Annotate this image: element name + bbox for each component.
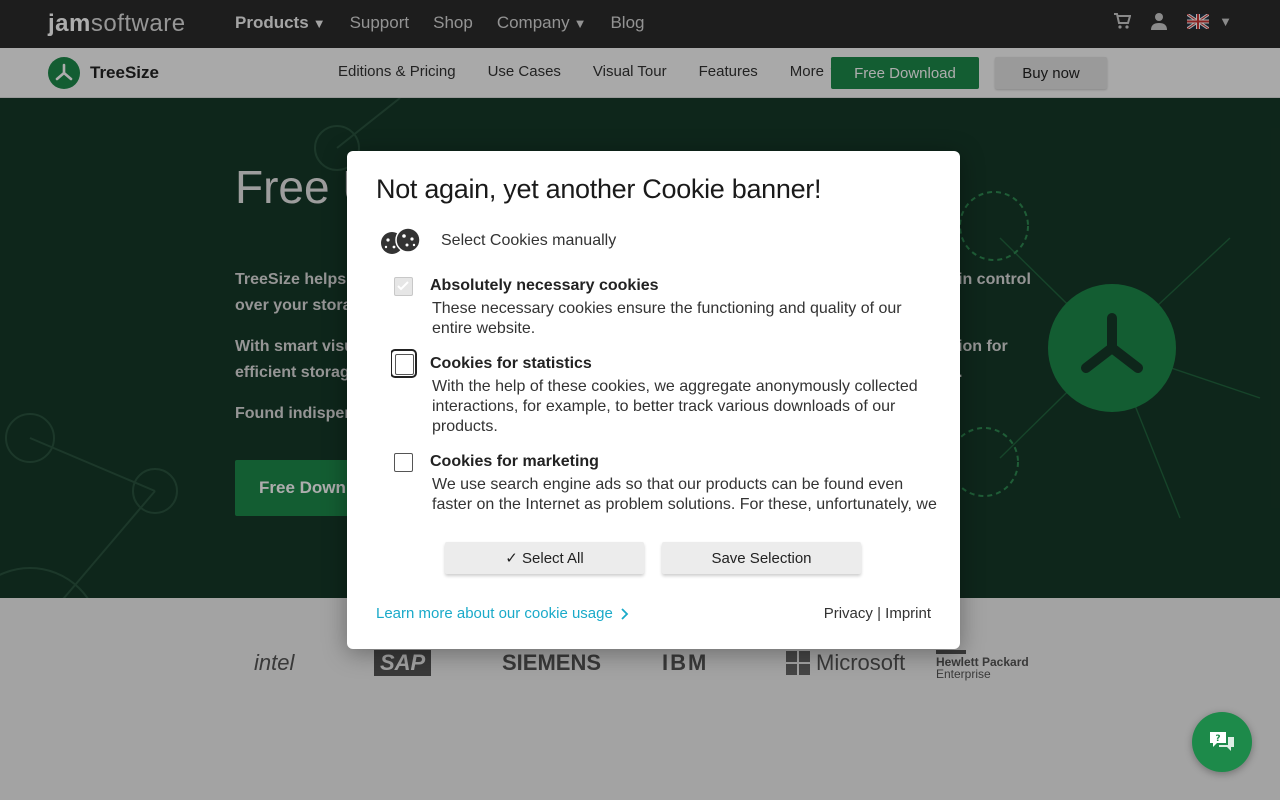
cookies-icon	[381, 227, 421, 254]
necessary-checkbox	[394, 277, 413, 296]
svg-text:?: ?	[1215, 734, 1220, 744]
link-separator: |	[877, 605, 881, 622]
learn-more-link[interactable]: Learn more about our cookie usage	[376, 605, 629, 622]
save-selection-button[interactable]: Save Selection	[662, 542, 861, 574]
chat-button[interactable]: ?	[1192, 712, 1252, 772]
marketing-checkbox[interactable]	[394, 453, 413, 472]
privacy-link[interactable]: Privacy	[824, 605, 873, 622]
cookie-buttons: ✓ Select All Save Selection	[445, 542, 861, 574]
chat-icon: ?	[1210, 732, 1234, 751]
chevron-right-icon	[621, 607, 629, 620]
cookie-option-statistics: Cookies for statistics With the help of …	[391, 349, 939, 437]
select-all-button[interactable]: ✓ Select All	[445, 542, 644, 574]
cookie-banner-title: Not again, yet another Cookie banner!	[376, 174, 822, 204]
select-cookies-manually: Select Cookies manually	[379, 227, 616, 255]
cookie-options-list[interactable]: Absolutely necessary cookies These neces…	[391, 275, 939, 515]
cookie-banner: Not again, yet another Cookie banner! Se…	[347, 151, 960, 649]
statistics-checkbox[interactable]	[391, 349, 417, 378]
checkmark-icon	[397, 281, 409, 291]
legal-links: Privacy | Imprint	[824, 605, 931, 622]
cookie-option-marketing: Cookies for marketing We use search engi…	[391, 451, 939, 515]
cookie-option-necessary: Absolutely necessary cookies These neces…	[391, 275, 939, 339]
imprint-link[interactable]: Imprint	[885, 605, 931, 622]
